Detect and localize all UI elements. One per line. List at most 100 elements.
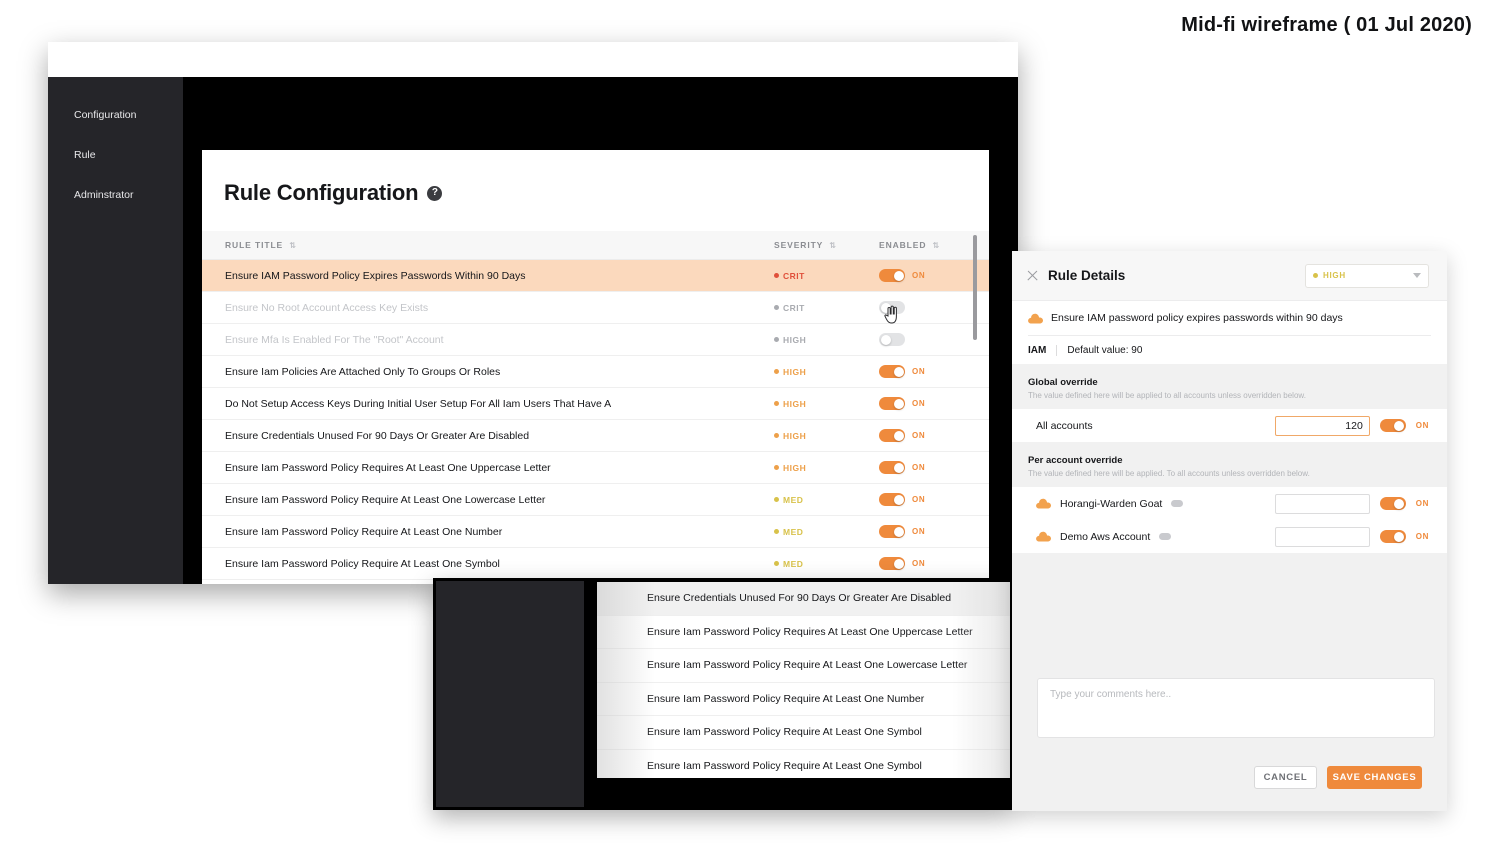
- account-override-toggle-label: ON: [1415, 532, 1429, 541]
- per-account-override-row: Demo Aws Account ON: [1012, 520, 1447, 553]
- severity-dot-icon: [774, 465, 779, 470]
- toggle-knob: [1394, 531, 1405, 542]
- zoomed-list-item[interactable]: Ensure Iam Password Policy Require At Le…: [597, 716, 1010, 750]
- global-override-toggle-label: ON: [1415, 421, 1429, 430]
- table-row[interactable]: Ensure Iam Password Policy Requires At L…: [202, 452, 989, 484]
- rule-details-footer: CANCEL SAVE CHANGES: [1254, 766, 1422, 789]
- enabled-toggle-label: ON: [912, 527, 926, 536]
- severity-cell: HIGH: [774, 367, 879, 377]
- enabled-toggle[interactable]: [879, 429, 905, 442]
- column-header-severity[interactable]: SEVERITY ⇅: [774, 240, 879, 250]
- toggle-knob: [893, 494, 904, 505]
- sidebar: Configuration Rule Adminstrator: [48, 77, 183, 584]
- severity-label: MED: [783, 558, 804, 569]
- comments-section: [1037, 678, 1435, 743]
- account-override-value-input[interactable]: [1274, 493, 1370, 514]
- enabled-cell: ON: [879, 493, 989, 506]
- enabled-toggle[interactable]: [879, 333, 905, 346]
- enabled-toggle-label: ON: [912, 495, 926, 504]
- severity-dot-icon: [1313, 273, 1318, 278]
- severity-dot-icon: [774, 497, 779, 502]
- severity-dot-icon: [774, 401, 779, 406]
- toggle-knob: [893, 526, 904, 537]
- table-row[interactable]: Ensure No Root Account Access Key Exists…: [202, 292, 989, 324]
- rules-table: RULE TITLE ⇅ SEVERITY ⇅ ENABLED ⇅ Ensure…: [202, 231, 989, 584]
- enabled-toggle[interactable]: [879, 525, 905, 538]
- table-row[interactable]: Ensure Iam Policies Are Attached Only To…: [202, 356, 989, 388]
- severity-dot-icon: [774, 433, 779, 438]
- global-override-row: All accounts ON: [1012, 409, 1447, 442]
- sort-icon-enabled: ⇅: [932, 241, 941, 250]
- account-override-toggle-label: ON: [1415, 499, 1429, 508]
- rule-title-cell: Ensure Iam Password Policy Require At Le…: [225, 557, 500, 570]
- table-row[interactable]: Ensure Credentials Unused For 90 Days Or…: [202, 420, 989, 452]
- column-header-enabled-label: ENABLED: [879, 240, 927, 250]
- severity-dot-icon: [774, 369, 779, 374]
- zoomed-list-item[interactable]: Ensure Iam Password Policy Require At Le…: [597, 682, 1010, 716]
- table-row[interactable]: Ensure Iam Password Policy Require At Le…: [202, 548, 989, 580]
- enabled-toggle[interactable]: [879, 557, 905, 570]
- help-icon[interactable]: ?: [427, 185, 443, 201]
- account-override-value-input[interactable]: [1274, 526, 1370, 547]
- global-override-value-input[interactable]: [1274, 415, 1370, 436]
- rule-summary: Ensure IAM password policy expires passw…: [1012, 301, 1447, 364]
- rule-title-cell: Ensure Iam Password Policy Require At Le…: [225, 493, 546, 506]
- close-icon[interactable]: [1026, 269, 1039, 282]
- global-override-subtitle: The value defined here will be applied t…: [1028, 391, 1306, 400]
- rule-configuration-card: Rule Configuration ? RULE TITLE ⇅ SEVERI…: [202, 150, 989, 584]
- sidebar-item-rule[interactable]: Rule: [74, 145, 183, 165]
- enabled-toggle[interactable]: [879, 461, 905, 474]
- account-override-toggle[interactable]: [1379, 497, 1406, 510]
- rule-details-title: Rule Details: [1048, 268, 1126, 283]
- account-badge-icon: [1171, 500, 1184, 507]
- cloud-icon: [1036, 498, 1051, 509]
- cancel-button[interactable]: CANCEL: [1254, 766, 1317, 789]
- severity-dot-icon: [774, 273, 779, 278]
- rules-table-body: Ensure IAM Password Policy Expires Passw…: [202, 260, 989, 584]
- severity-select[interactable]: HIGH: [1305, 263, 1429, 288]
- table-scrollbar-thumb[interactable]: [973, 235, 977, 340]
- rule-title-cell: Ensure Mfa Is Enabled For The "Root" Acc…: [225, 333, 444, 346]
- global-override-title: Global override: [1028, 377, 1098, 388]
- column-header-rule-title-label: RULE TITLE: [225, 240, 284, 250]
- enabled-toggle[interactable]: [879, 493, 905, 506]
- zoomed-list-item[interactable]: Ensure Iam Password Policy Require At Le…: [597, 649, 1010, 683]
- enabled-toggle[interactable]: [879, 269, 905, 282]
- table-row[interactable]: Ensure IAM Password Policy Expires Passw…: [202, 260, 989, 292]
- account-override-toggle[interactable]: [1379, 530, 1406, 543]
- sort-icon-severity: ⇅: [829, 241, 837, 250]
- zoomed-list-item[interactable]: Ensure Iam Password Policy Requires At L…: [597, 615, 1010, 649]
- rule-name-row: Ensure IAM password policy expires passw…: [1028, 312, 1431, 335]
- global-override-toggle[interactable]: [1379, 419, 1406, 432]
- save-changes-button[interactable]: SAVE CHANGES: [1327, 766, 1422, 789]
- enabled-cell: ON: [879, 461, 989, 474]
- rule-title-cell: Ensure Iam Policies Are Attached Only To…: [225, 365, 501, 378]
- severity-cell: CRIT: [774, 271, 879, 281]
- table-row[interactable]: Do Not Setup Access Keys During Initial …: [202, 388, 989, 420]
- enabled-cell: ON: [879, 429, 989, 442]
- per-account-override-subtitle: The value defined here will be applied. …: [1028, 469, 1310, 478]
- table-scrollbar-track[interactable]: [973, 231, 983, 561]
- comments-textarea[interactable]: [1037, 678, 1435, 738]
- rule-title-cell: Ensure Credentials Unused For 90 Days Or…: [225, 429, 530, 442]
- rule-name-text: Ensure IAM password policy expires passw…: [1051, 312, 1343, 324]
- hand-cursor-icon: [884, 305, 897, 324]
- table-row[interactable]: Ensure Iam Password Policy Require At Le…: [202, 484, 989, 516]
- severity-cell: MED: [774, 495, 879, 505]
- severity-cell: CRIT: [774, 303, 879, 313]
- zoomed-list-item[interactable]: Ensure Iam Password Policy Require At Le…: [597, 749, 1010, 778]
- zoomed-sidebar: [436, 581, 584, 807]
- sidebar-item-administrator[interactable]: Adminstrator: [74, 185, 183, 205]
- enabled-toggle[interactable]: [879, 397, 905, 410]
- table-row[interactable]: Ensure Mfa Is Enabled For The "Root" Acc…: [202, 324, 989, 356]
- enabled-cell: ON: [879, 365, 989, 378]
- severity-label: HIGH: [783, 366, 807, 377]
- table-row[interactable]: Ensure Iam Password Policy Require At Le…: [202, 516, 989, 548]
- column-header-rule-title[interactable]: RULE TITLE ⇅: [202, 240, 774, 250]
- sidebar-item-configuration[interactable]: Configuration: [74, 105, 183, 125]
- enabled-toggle[interactable]: [879, 365, 905, 378]
- severity-cell: HIGH: [774, 431, 879, 441]
- zoomed-list-item[interactable]: Ensure Credentials Unused For 90 Days Or…: [597, 582, 1010, 616]
- toggle-knob: [1394, 498, 1405, 509]
